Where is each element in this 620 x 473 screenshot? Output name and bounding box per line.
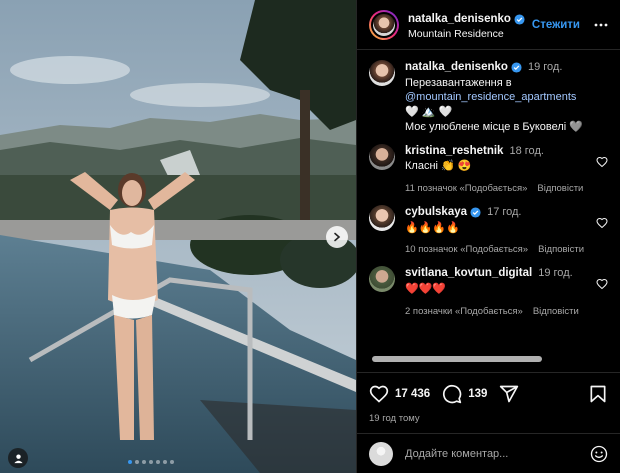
- comment-input[interactable]: Додайте коментар...: [405, 448, 590, 460]
- author-username-text[interactable]: natalka_denisenko: [408, 12, 511, 26]
- comment-author-text[interactable]: cybulskaya: [405, 205, 467, 221]
- chevron-right-icon: [334, 232, 341, 242]
- more-icon: [594, 23, 608, 26]
- carousel-dot: [170, 460, 174, 464]
- caption: natalka_denisenko 19 год. Перезавантажен…: [369, 60, 608, 135]
- carousel-dot: [163, 460, 167, 464]
- comment-reply-button[interactable]: Відповісти: [537, 183, 583, 196]
- follow-button[interactable]: Стежити: [532, 19, 580, 31]
- comment-reply-button[interactable]: Відповісти: [533, 306, 579, 319]
- comment-time: 18 год.: [509, 144, 544, 157]
- post-photo[interactable]: [0, 0, 356, 473]
- comment-text: ❤️❤️❤️: [405, 282, 447, 295]
- comment-author-avatar[interactable]: [369, 205, 395, 232]
- comment-text: 🔥🔥🔥🔥: [405, 221, 460, 234]
- caption-line-1: Перезавантаження в: [405, 76, 512, 89]
- comment-like-count[interactable]: 10 позначок «Подобається»: [405, 244, 528, 257]
- post-header: natalka_denisenko Mountain Residence Сте…: [357, 0, 620, 50]
- emoji-icon[interactable]: [590, 445, 608, 463]
- comment-author[interactable]: svitlana_kovtun_digital: [405, 266, 532, 282]
- post-image: [0, 0, 356, 473]
- verified-icon: [514, 14, 525, 25]
- instagram-post-modal: natalka_denisenko Mountain Residence Сте…: [0, 0, 620, 473]
- like-count[interactable]: 17 436: [395, 388, 430, 400]
- comments-horizontal-scrollbar[interactable]: [372, 356, 542, 362]
- caption-author-text[interactable]: natalka_denisenko: [405, 60, 508, 76]
- heart-icon[interactable]: [369, 384, 389, 404]
- post-actions: 17 436 139 19 год тому: [357, 372, 620, 424]
- carousel-dot: [156, 460, 160, 464]
- comment-reply-button[interactable]: Відповісти: [538, 244, 584, 257]
- caption-line-3: 🤍 🏔️ 🤍: [405, 106, 453, 119]
- comment-like-count[interactable]: 11 позначок «Подобається»: [405, 183, 527, 196]
- user-tags-button[interactable]: [8, 448, 28, 468]
- comment-composer: Додайте коментар...: [357, 433, 620, 473]
- caption-mention-link[interactable]: @mountain_residence_apartments: [405, 90, 608, 105]
- heart-icon[interactable]: [596, 278, 608, 290]
- comment-time: 17 год.: [487, 206, 522, 219]
- caption-line-4: Моє улюблене місце в Буковелі 🩶: [405, 121, 583, 134]
- share-icon[interactable]: [499, 384, 519, 404]
- author-username[interactable]: natalka_denisenko: [408, 12, 525, 26]
- carousel-dot: [142, 460, 146, 464]
- comment-author[interactable]: kristina_reshetnik: [405, 144, 503, 160]
- user-tag-icon: [13, 453, 23, 463]
- comment-author-avatar[interactable]: [369, 266, 395, 293]
- comment-like-count[interactable]: 2 позначки «Подобається»: [405, 306, 523, 319]
- comment-author[interactable]: cybulskaya: [405, 205, 481, 221]
- caption-author-avatar[interactable]: [369, 60, 395, 86]
- comment-author-avatar[interactable]: [369, 143, 395, 170]
- post-side-panel: natalka_denisenko Mountain Residence Сте…: [356, 0, 620, 473]
- carousel-dot: [149, 460, 153, 464]
- next-slide-button[interactable]: [326, 226, 348, 248]
- more-options-button[interactable]: [594, 18, 608, 32]
- bookmark-icon[interactable]: [588, 384, 608, 404]
- comment-time: 19 год.: [538, 267, 573, 280]
- comment-item: kristina_reshetnik 18 год. Класні 👏 😍 11…: [369, 143, 608, 196]
- comment-item: svitlana_kovtun_digital 19 год. ❤️❤️❤️ 2…: [369, 266, 608, 318]
- viewer-avatar: [369, 441, 393, 466]
- comment-text: Класні 👏 😍: [405, 160, 472, 173]
- heart-icon[interactable]: [596, 217, 608, 229]
- carousel-dot: [128, 460, 132, 464]
- comment-icon[interactable]: [442, 384, 462, 404]
- author-avatar[interactable]: [369, 9, 399, 40]
- post-timestamp[interactable]: 19 год тому: [369, 413, 608, 424]
- verified-icon: [511, 62, 522, 73]
- comments-list[interactable]: natalka_denisenko 19 год. Перезавантажен…: [357, 51, 620, 361]
- carousel-indicator: [128, 460, 174, 464]
- caption-time: 19 год.: [527, 61, 563, 73]
- carousel-dot: [135, 460, 139, 464]
- heart-icon[interactable]: [596, 156, 608, 168]
- comment-item: cybulskaya 17 год. 🔥🔥🔥🔥 10 позначок «Под…: [369, 205, 608, 257]
- caption-author[interactable]: natalka_denisenko: [405, 60, 522, 76]
- post-location[interactable]: Mountain Residence: [408, 28, 532, 41]
- verified-icon: [470, 207, 481, 218]
- comment-count[interactable]: 139: [468, 388, 487, 400]
